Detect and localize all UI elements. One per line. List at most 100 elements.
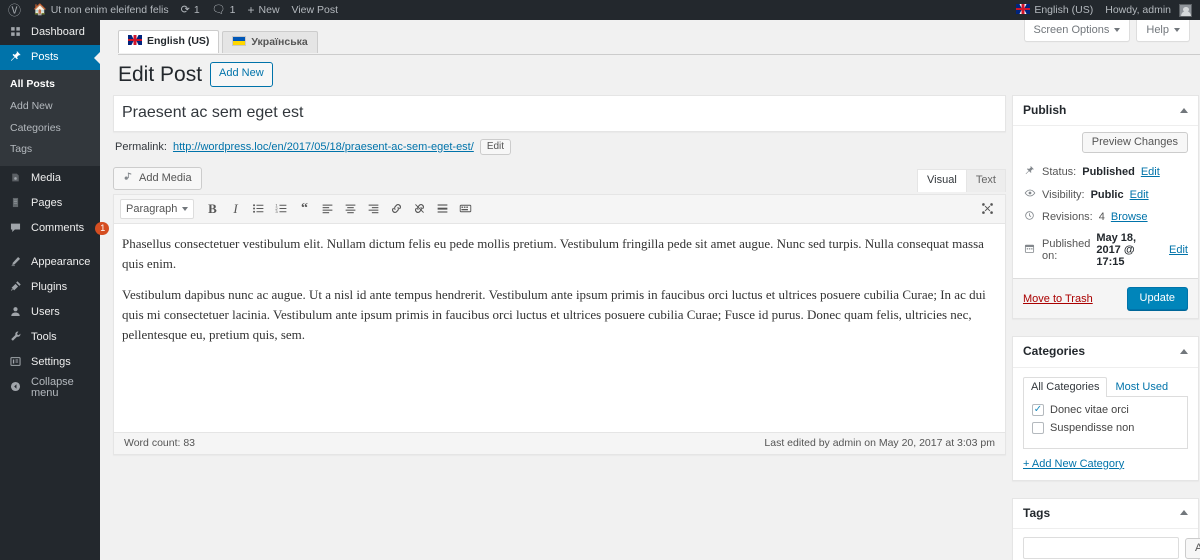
editor-toolbar: Paragraph B I 1 2 3 “ — [114, 194, 1005, 224]
categories-box-header[interactable]: Categories — [1013, 337, 1198, 368]
tag-input[interactable] — [1023, 537, 1179, 560]
align-left-button[interactable] — [317, 199, 338, 219]
sidebar-item-collapse-menu[interactable]: Collapse menu — [0, 375, 100, 400]
comments-menu[interactable]: 🗨 1 — [206, 0, 242, 20]
toolbar-toggle-button[interactable] — [455, 199, 476, 219]
toggle-panel-icon[interactable] — [1180, 349, 1188, 355]
submenu-item-label: Categories — [10, 121, 61, 134]
help-label: Help — [1146, 24, 1169, 36]
editor-status-bar: Word count: 83 Last edited by admin on M… — [114, 431, 1005, 454]
add-new-category-link[interactable]: + Add New Category — [1023, 458, 1124, 470]
sidebar-item-plugins[interactable]: Plugins — [0, 275, 100, 300]
sidebar-item-label: Appearance — [31, 256, 91, 268]
publish-minor-actions: Preview Changes — [1013, 126, 1198, 161]
sidebar-item-pages[interactable]: Pages — [0, 191, 100, 216]
checkbox-checked-icon[interactable]: ✓ — [1032, 403, 1044, 416]
move-to-trash-link[interactable]: Move to Trash — [1023, 293, 1093, 305]
screen-options-button[interactable]: Screen Options — [1023, 20, 1131, 42]
publish-box: Publish Preview Changes Status: Publishe… — [1012, 95, 1199, 320]
add-media-button[interactable]: Add Media — [113, 166, 202, 190]
update-button[interactable]: Update — [1126, 287, 1188, 311]
sidebar-item-settings[interactable]: Settings — [0, 350, 100, 375]
align-center-button[interactable] — [340, 199, 361, 219]
submenu-item-label: All Posts — [10, 78, 55, 90]
add-tag-button[interactable]: Add — [1185, 537, 1200, 559]
bulleted-list-button[interactable] — [248, 199, 269, 219]
edit-permalink-button[interactable]: Edit — [479, 138, 512, 155]
home-icon: 🏠 — [33, 3, 47, 16]
editor-tab-visual[interactable]: Visual — [917, 168, 967, 192]
bold-icon: B — [208, 200, 217, 216]
add-new-post-button[interactable]: Add New — [210, 62, 273, 87]
updates-icon: ⟳ — [180, 3, 190, 16]
media-buttons: Add Media — [113, 166, 1006, 190]
view-post-link[interactable]: View Post — [286, 0, 345, 20]
distraction-free-writing-button[interactable] — [977, 200, 997, 220]
help-button[interactable]: Help — [1136, 20, 1190, 42]
preview-changes-button[interactable]: Preview Changes — [1081, 132, 1188, 154]
permalink-url-link[interactable]: http://wordpress.loc/en/2017/05/18/praes… — [173, 141, 474, 153]
toggle-panel-icon[interactable] — [1180, 107, 1188, 113]
language-tab-ukrainian[interactable]: Українська — [222, 31, 318, 53]
tags-box-header[interactable]: Tags — [1013, 499, 1198, 530]
align-left-icon — [321, 202, 334, 215]
format-select[interactable]: Paragraph — [120, 198, 194, 219]
new-label: New — [258, 4, 280, 16]
publish-box-header[interactable]: Publish — [1013, 96, 1198, 127]
categories-tabs: All Categories Most Used — [1023, 376, 1188, 397]
link-icon — [390, 202, 403, 215]
insert-link-button[interactable] — [386, 199, 407, 219]
submenu-item-categories[interactable]: Categories — [0, 118, 100, 140]
align-right-button[interactable] — [363, 199, 384, 219]
editor-tab-text[interactable]: Text — [965, 168, 1006, 192]
editor-paragraph: Phasellus consectetuer vestibulum elit. … — [122, 235, 984, 271]
sidebar-item-tools[interactable]: Tools — [0, 325, 100, 350]
remove-link-button[interactable] — [409, 199, 430, 219]
language-switcher[interactable]: English (US) — [1010, 0, 1099, 20]
language-label: English (US) — [1034, 4, 1094, 16]
post-visibility-row: Visibility: Public Edit — [1013, 183, 1198, 206]
sidebar-item-comments[interactable]: Comments 1 — [0, 216, 110, 241]
sidebar-item-dashboard[interactable]: Dashboard — [0, 20, 100, 45]
my-account-menu[interactable]: Howdy, admin — [1099, 0, 1198, 20]
category-checkbox-row[interactable]: ✓ Donec vitae orci — [1032, 403, 1179, 416]
italic-icon: I — [233, 200, 238, 216]
toggle-panel-icon[interactable] — [1180, 510, 1188, 516]
calendar-icon — [1023, 243, 1036, 257]
browse-revisions-link[interactable]: Browse — [1111, 211, 1148, 223]
flag-uk-icon — [128, 35, 142, 45]
blockquote-button[interactable]: “ — [294, 199, 315, 219]
submenu-item-all-posts[interactable]: All Posts — [0, 74, 100, 96]
updates-menu[interactable]: ⟳ 1 — [175, 0, 206, 20]
sidebar-item-media[interactable]: Media — [0, 166, 100, 191]
insert-more-button[interactable] — [432, 199, 453, 219]
new-content-menu[interactable]: + New — [242, 0, 286, 20]
publish-box-title: Publish — [1023, 103, 1067, 117]
blockquote-icon: “ — [301, 200, 308, 216]
sidebar-item-posts[interactable]: Posts — [0, 45, 100, 70]
language-tab-english[interactable]: English (US) — [118, 30, 220, 53]
sidebar-item-appearance[interactable]: Appearance — [0, 250, 100, 275]
submenu-item-tags[interactable]: Tags — [0, 139, 100, 161]
numbered-list-button[interactable]: 123 — [271, 199, 292, 219]
edit-visibility-link[interactable]: Edit — [1130, 189, 1149, 201]
tab-all-categories[interactable]: All Categories — [1023, 376, 1108, 397]
sidebar-item-users[interactable]: Users — [0, 300, 100, 325]
bold-button[interactable]: B — [202, 199, 223, 219]
edit-status-link[interactable]: Edit — [1141, 166, 1160, 178]
wp-logo-menu[interactable]: Ⓥ — [2, 0, 27, 20]
editor-content-area[interactable]: Phasellus consectetuer vestibulum elit. … — [114, 224, 1005, 432]
tab-most-used[interactable]: Most Used — [1107, 377, 1176, 397]
italic-button[interactable]: I — [225, 199, 246, 219]
submenu-item-add-new[interactable]: Add New — [0, 96, 100, 118]
edit-published-date-link[interactable]: Edit — [1169, 244, 1188, 256]
howdy-label: Howdy, admin — [1105, 4, 1171, 16]
category-label: Suspendisse non — [1050, 421, 1135, 434]
checkbox-icon[interactable] — [1032, 421, 1044, 434]
category-checkbox-row[interactable]: Suspendisse non — [1032, 421, 1179, 434]
media-icon — [8, 171, 23, 186]
screen-meta-links: Screen Options Help — [1023, 20, 1190, 42]
site-name-menu[interactable]: 🏠 Ut non enim eleifend felis — [27, 0, 175, 20]
categories-box: Categories All Categories Most Used ✓ Do… — [1012, 336, 1199, 481]
post-title-input[interactable] — [114, 96, 1005, 131]
